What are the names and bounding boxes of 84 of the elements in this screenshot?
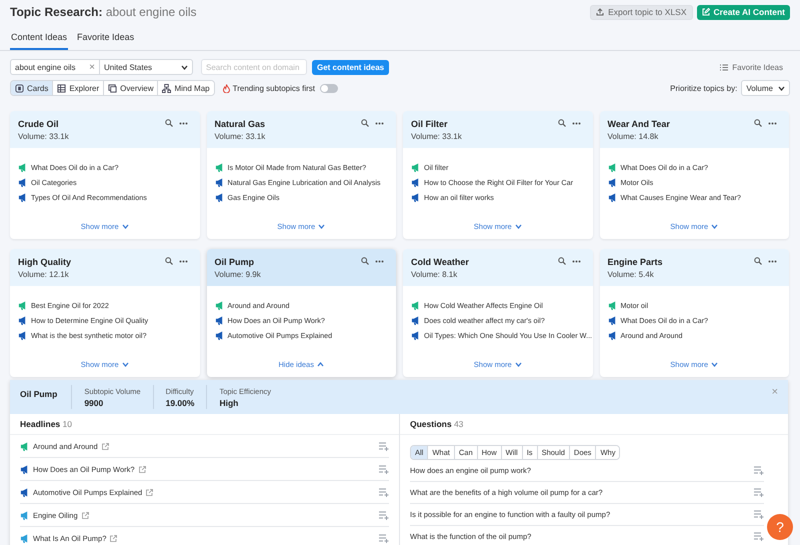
view-tab[interactable]: Mind Map	[157, 81, 214, 95]
chevron-icon	[711, 224, 718, 229]
chevron-icon	[514, 224, 522, 229]
questions-heading: Questions 43	[400, 414, 788, 435]
edit-icon	[702, 8, 710, 16]
keyword-field[interactable]: about engine oils ×	[10, 59, 100, 75]
prioritize-dropdown[interactable]: Volume	[741, 80, 790, 96]
prioritize-label: Prioritize topics by:	[670, 84, 738, 92]
card-volume: Volume: 33.1k	[214, 132, 266, 141]
search-icon[interactable]	[558, 257, 566, 265]
add-to-list-icon[interactable]	[379, 488, 389, 496]
card-volume: Volume: 9.9k	[214, 270, 261, 279]
search-icon[interactable]	[754, 119, 762, 127]
search-icon[interactable]	[558, 119, 566, 127]
more-icon[interactable]	[375, 260, 384, 262]
trending-toggle[interactable]	[320, 84, 338, 92]
add-to-list-icon[interactable]	[754, 510, 764, 519]
favorite-ideas-link[interactable]: Favorite Ideas	[720, 62, 783, 72]
detail-title: Oil Pump	[20, 389, 58, 399]
card-title: Crude Oil	[18, 119, 59, 129]
chevron-icon	[316, 362, 324, 367]
add-to-list-icon[interactable]	[379, 510, 389, 520]
more-icon[interactable]	[572, 122, 580, 124]
card-volume: Volume: 8.1k	[411, 270, 458, 279]
search-icon[interactable]	[164, 119, 172, 127]
view-tab[interactable]: Cards	[11, 81, 52, 95]
add-to-list-icon[interactable]	[379, 534, 389, 542]
card-title: Oil Filter	[411, 119, 448, 129]
external-link-icon[interactable]	[102, 442, 109, 450]
trending-label: Trending subtopics first	[232, 84, 316, 92]
stat-value: 19.00%	[166, 398, 194, 408]
card-title: High Quality	[18, 257, 72, 267]
add-to-list-icon[interactable]	[754, 466, 764, 475]
export-button[interactable]: Export topic to XLSX	[590, 4, 693, 20]
more-icon[interactable]	[178, 122, 188, 124]
card-title: Wear And Tear	[608, 119, 670, 129]
more-icon[interactable]	[375, 122, 384, 124]
external-link-icon[interactable]	[138, 466, 146, 472]
view-icon	[57, 84, 66, 92]
chevron-icon	[514, 362, 522, 367]
chevron-icon	[778, 86, 785, 90]
view-icon	[108, 84, 118, 92]
chevron-icon	[318, 224, 326, 229]
stat-value: 9900	[84, 398, 104, 408]
more-icon[interactable]	[768, 122, 777, 124]
add-to-list-icon[interactable]	[754, 488, 764, 497]
card-volume: Volume: 12.1k	[18, 270, 69, 279]
headlines-heading: Headlines 10	[10, 414, 399, 435]
clear-icon[interactable]: ×	[89, 62, 95, 72]
flame-icon	[222, 84, 230, 92]
card-title: Engine Parts	[608, 257, 663, 267]
more-icon[interactable]	[768, 260, 777, 262]
tab[interactable]: Content Ideas	[10, 32, 68, 50]
view-icon	[15, 84, 24, 92]
more-icon[interactable]	[572, 260, 580, 262]
card-title: Natural Gas	[214, 119, 266, 129]
country-dropdown[interactable]: United States	[100, 59, 193, 75]
tab[interactable]: Favorite Ideas	[76, 32, 136, 50]
list-icon	[720, 64, 728, 70]
external-link-icon[interactable]	[110, 534, 118, 542]
card-volume: Volume: 14.8k	[608, 132, 658, 141]
card-title: Cold Weather	[411, 257, 469, 267]
chevron-icon	[122, 362, 129, 367]
card-volume: Volume: 33.1k	[18, 132, 69, 141]
page-title: Topic Research: about engine oils	[10, 5, 197, 19]
search-icon[interactable]	[361, 257, 369, 265]
stat-value: High	[219, 398, 240, 408]
add-to-list-icon[interactable]	[754, 532, 764, 541]
chevron-icon	[122, 224, 129, 229]
add-to-list-icon[interactable]	[379, 442, 389, 450]
view-icon	[162, 84, 172, 92]
search-icon[interactable]	[164, 257, 172, 265]
external-link-icon[interactable]	[82, 512, 89, 518]
more-icon[interactable]	[178, 260, 188, 262]
chevron-icon	[181, 64, 188, 70]
add-to-list-icon[interactable]	[379, 464, 389, 474]
card-title: Oil Pump	[214, 257, 254, 267]
card-volume: Volume: 5.4k	[608, 270, 654, 279]
card-volume: Volume: 33.1k	[411, 132, 462, 141]
search-icon[interactable]	[361, 119, 369, 127]
chevron-icon	[711, 362, 718, 367]
upload-icon	[596, 8, 604, 16]
search-icon[interactable]	[754, 257, 762, 265]
external-link-icon[interactable]	[146, 488, 154, 496]
